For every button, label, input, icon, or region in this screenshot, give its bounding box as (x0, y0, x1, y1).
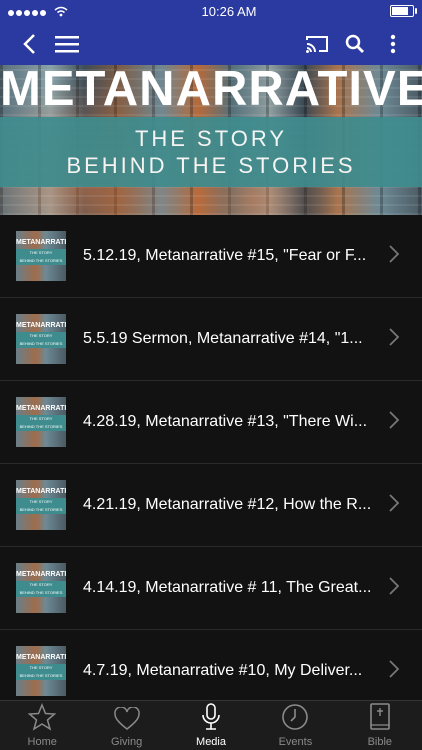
search-button[interactable] (336, 25, 374, 63)
thumbnail-line2: BEHIND THE STORIES (19, 258, 63, 263)
thumbnail-subtitle: THE STORY BEHIND THE STORIES (16, 581, 66, 597)
star-icon (27, 703, 57, 736)
list-item[interactable]: METANARRATIVE THE STORY BEHIND THE STORIES… (0, 298, 422, 381)
thumbnail-title: METANARRATIVE (16, 654, 66, 661)
thumbnail-line1: THE STORY (29, 333, 53, 338)
tab-bible[interactable]: Bible (338, 701, 422, 750)
sermon-thumbnail: METANARRATIVE THE STORY BEHIND THE STORIES (16, 563, 66, 613)
cast-icon (306, 35, 328, 53)
thumbnail-line2: BEHIND THE STORIES (19, 341, 63, 346)
chevron-right-icon (388, 493, 406, 518)
thumbnail-line1: THE STORY (29, 250, 53, 255)
bible-icon (369, 703, 391, 736)
tab-label: Giving (111, 736, 143, 748)
chevron-right-icon (388, 659, 406, 684)
chevron-right-icon (388, 410, 406, 435)
sermon-list: METANARRATIVE THE STORY BEHIND THE STORIES… (0, 215, 422, 701)
sermon-title: 4.28.19, Metanarrative #13, "There Wi... (83, 413, 368, 430)
thumbnail-title: METANARRATIVE (16, 322, 66, 329)
hamburger-icon (55, 35, 79, 52)
thumbnail-title: METANARRATIVE (16, 405, 66, 412)
cast-button[interactable] (298, 25, 336, 63)
list-item[interactable]: METANARRATIVE THE STORY BEHIND THE STORIES… (0, 464, 422, 547)
back-button[interactable] (10, 25, 48, 63)
thumbnail-line2: BEHIND THE STORIES (19, 424, 63, 429)
tab-label: Events (278, 736, 313, 748)
banner-title: METANARRATIVE (0, 65, 422, 116)
thumbnail-title: METANARRATIVE (16, 571, 66, 578)
thumbnail-subtitle: THE STORY BEHIND THE STORIES (16, 332, 66, 348)
sermon-title: 4.7.19, Metanarrative #10, My Deliver... (83, 662, 363, 679)
status-bar: 10:26 AM (0, 0, 422, 22)
nav-bar (0, 22, 422, 65)
series-banner: METANARRATIVE THE STORY BEHIND THE STORI… (0, 65, 422, 215)
banner-subtitle-box: THE STORY BEHIND THE STORIES (0, 117, 422, 187)
list-item[interactable]: METANARRATIVE THE STORY BEHIND THE STORIES… (0, 381, 422, 464)
sermon-thumbnail: METANARRATIVE THE STORY BEHIND THE STORIES (16, 231, 66, 281)
back-chevron-icon (23, 33, 35, 54)
sermon-title: 5.12.19, Metanarrative #15, "Fear or F..… (83, 247, 367, 264)
sermon-title: 4.14.19, Metanarrative # 11, The Great..… (83, 579, 372, 596)
status-time: 10:26 AM (201, 3, 257, 19)
microphone-icon (200, 703, 222, 736)
thumbnail-line1: THE STORY (29, 582, 53, 587)
thumbnail-title: METANARRATIVE (16, 488, 66, 495)
thumbnail-line1: THE STORY (29, 665, 53, 670)
more-vertical-icon (390, 34, 396, 53)
thumbnail-line2: BEHIND THE STORIES (19, 590, 63, 595)
sermon-thumbnail: METANARRATIVE THE STORY BEHIND THE STORIES (16, 646, 66, 696)
sermon-title: 5.5.19 Sermon, Metanarrative #14, "1... (83, 330, 363, 347)
clock-icon (281, 703, 309, 736)
list-item[interactable]: METANARRATIVE THE STORY BEHIND THE STORIES… (0, 215, 422, 298)
list-item[interactable]: METANARRATIVE THE STORY BEHIND THE STORIES… (0, 547, 422, 630)
tab-label: Bible (367, 736, 393, 748)
chevron-right-icon (388, 576, 406, 601)
thumbnail-subtitle: THE STORY BEHIND THE STORIES (16, 415, 66, 431)
tab-giving[interactable]: Giving (84, 701, 168, 750)
tab-events[interactable]: Events (253, 701, 337, 750)
list-item[interactable]: METANARRATIVE THE STORY BEHIND THE STORIES… (0, 630, 422, 701)
battery-icon (390, 5, 417, 17)
chevron-right-icon (388, 327, 406, 352)
more-button[interactable] (374, 25, 412, 63)
sermon-thumbnail: METANARRATIVE THE STORY BEHIND THE STORIES (16, 480, 66, 530)
thumbnail-title: METANARRATIVE (16, 239, 66, 246)
thumbnail-line2: BEHIND THE STORIES (19, 673, 63, 678)
banner-line1: THE STORY (134, 126, 288, 151)
thumbnail-line2: BEHIND THE STORIES (19, 507, 63, 512)
wifi-icon (54, 6, 68, 16)
thumbnail-subtitle: THE STORY BEHIND THE STORIES (16, 498, 66, 514)
heart-icon (113, 706, 140, 736)
chevron-right-icon (388, 244, 406, 269)
menu-button[interactable] (48, 25, 86, 63)
tab-bar: Home Giving Media Events Bible (0, 700, 422, 750)
tab-label: Media (196, 736, 226, 748)
tab-home[interactable]: Home (0, 701, 84, 750)
thumbnail-subtitle: THE STORY BEHIND THE STORIES (16, 664, 66, 680)
tab-media[interactable]: Media (169, 701, 253, 750)
signal-icon (8, 4, 48, 19)
tab-label: Home (27, 736, 57, 748)
thumbnail-line1: THE STORY (29, 416, 53, 421)
banner-line2: BEHIND THE STORIES (66, 153, 356, 178)
sermon-thumbnail: METANARRATIVE THE STORY BEHIND THE STORIES (16, 314, 66, 364)
thumbnail-subtitle: THE STORY BEHIND THE STORIES (16, 249, 66, 265)
thumbnail-line1: THE STORY (29, 499, 53, 504)
sermon-title: 4.21.19, Metanarrative #12, How the R... (83, 496, 372, 513)
sermon-thumbnail: METANARRATIVE THE STORY BEHIND THE STORIES (16, 397, 66, 447)
search-icon (345, 34, 364, 53)
